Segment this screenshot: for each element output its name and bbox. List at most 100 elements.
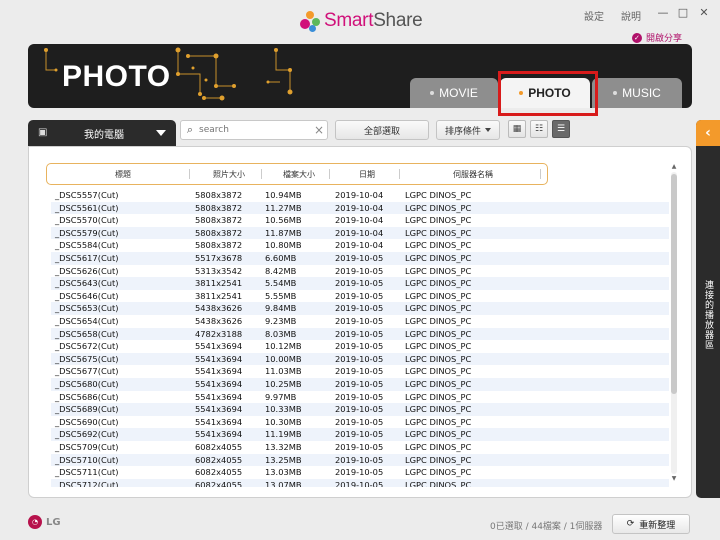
table-row[interactable]: _DSC5709(Cut) 6082x4055 13.32MB 2019-10-05 L…: [51, 441, 669, 454]
cell-server-name: LGPC DINOS_PC: [405, 240, 472, 251]
table-row[interactable]: _DSC5654(Cut) 5438x3626 9.23MB 2019-10-05 LG…: [51, 315, 669, 328]
cell-photo-size: 5541x3694: [195, 391, 243, 402]
close-button[interactable]: ✕: [697, 6, 711, 20]
file-rows: _DSC5557(Cut) 5808x3872 10.94MB 2019-10-04 L…: [51, 169, 669, 487]
cell-file-size: 10.30MB: [265, 416, 302, 427]
table-row[interactable]: _DSC5686(Cut) 5541x3694 9.97MB 2019-10-05 LG…: [51, 391, 669, 404]
cell-photo-size: 5808x3872: [195, 215, 243, 226]
cell-date: 2019-10-05: [335, 353, 384, 364]
vertical-scrollbar[interactable]: ▲ ▼: [670, 163, 678, 485]
cell-title: _DSC5680(Cut): [55, 379, 119, 389]
cell-server-name: LGPC DINOS_PC: [405, 253, 472, 263]
refresh-icon: ⟳: [626, 519, 635, 529]
table-row[interactable]: _DSC5680(Cut) 5541x3694 10.25MB 2019-10-05 L…: [51, 378, 669, 391]
cell-file-size: 9.84MB: [265, 303, 297, 314]
cell-file-size: 13.03MB: [265, 467, 302, 478]
cell-server-name: LGPC DINOS_PC: [405, 215, 472, 226]
cell-date: 2019-10-05: [335, 328, 384, 339]
chevron-left-icon[interactable]: ‹: [696, 120, 720, 146]
cell-file-size: 10.56MB: [265, 215, 302, 226]
table-row[interactable]: _DSC5658(Cut) 4782x3188 8.03MB 2019-10-05 LG…: [51, 327, 669, 341]
cell-date: 2019-10-05: [335, 316, 384, 326]
scrollbar-track[interactable]: [671, 172, 677, 474]
maximize-button[interactable]: □: [676, 6, 690, 20]
table-row[interactable]: _DSC5579(Cut) 5808x3872 11.87MB 2019-10-04 L…: [51, 226, 669, 240]
cell-title: _DSC5617(Cut): [55, 253, 119, 263]
search-input[interactable]: [199, 125, 311, 135]
tab-bullet-icon: [613, 91, 618, 95]
table-row[interactable]: _DSC5557(Cut) 5808x3872 10.94MB 2019-10-04 L…: [51, 189, 669, 202]
table-row[interactable]: _DSC5561(Cut) 5808x3872 11.27MB 2019-10-04 L…: [51, 201, 669, 215]
cell-photo-size: 5808x3872: [195, 227, 243, 238]
table-row[interactable]: _DSC5677(Cut) 5541x3694 11.03MB 2019-10-05 L…: [51, 365, 669, 378]
help-link[interactable]: 說明: [621, 8, 641, 23]
sort-dropdown-label: 排序條件: [444, 126, 481, 137]
detail-view-icon[interactable]: ☷: [530, 120, 548, 138]
cell-photo-size: 6082x4055: [195, 454, 243, 465]
scrollbar-thumb[interactable]: [671, 174, 677, 394]
cell-photo-size: 5517x3678: [195, 253, 243, 263]
table-row[interactable]: _DSC5643(Cut) 3811x2541 5.54MB 2019-10-05 LG…: [51, 277, 669, 290]
table-row[interactable]: _DSC5584(Cut) 5808x3872 10.80MB 2019-10-04 L…: [51, 239, 669, 252]
cell-server-name: LGPC DINOS_PC: [405, 429, 472, 440]
tab-movie[interactable]: MOVIE: [410, 78, 498, 108]
connected-players-panel: ‹ 連接的播放器區: [696, 120, 720, 498]
search-icon: ⌕: [186, 123, 194, 136]
table-row[interactable]: _DSC5710(Cut) 6082x4055 13.25MB 2019-10-05 L…: [51, 453, 669, 467]
chevron-down-icon: [156, 130, 166, 136]
cell-title: _DSC5710(Cut): [55, 454, 119, 465]
table-row[interactable]: _DSC5711(Cut) 6082x4055 13.03MB 2019-10-05 L…: [51, 466, 669, 479]
tab-music[interactable]: MUSIC: [592, 78, 682, 108]
cell-file-size: 11.19MB: [265, 429, 302, 440]
cell-photo-size: 5438x3626: [195, 316, 243, 326]
cell-server-name: LGPC DINOS_PC: [405, 290, 472, 301]
table-row[interactable]: _DSC5672(Cut) 5541x3694 10.12MB 2019-10-05 L…: [51, 340, 669, 353]
cell-server-name: LGPC DINOS_PC: [405, 265, 472, 276]
share-toggle-icon: ✓: [631, 32, 642, 43]
cell-photo-size: 4782x3188: [195, 328, 243, 339]
sort-dropdown[interactable]: 排序條件: [436, 120, 500, 140]
cell-photo-size: 5541x3694: [195, 379, 243, 389]
selection-status: 0已選取 / 44檔案 / 1伺服器: [490, 522, 603, 532]
cell-title: _DSC5626(Cut): [55, 265, 119, 276]
table-row[interactable]: _DSC5570(Cut) 5808x3872 10.56MB 2019-10-04 L…: [51, 214, 669, 227]
settings-link[interactable]: 設定: [584, 8, 604, 23]
table-row[interactable]: _DSC5689(Cut) 5541x3694 10.33MB 2019-10-05 L…: [51, 403, 669, 416]
source-dropdown[interactable]: ▣ 我的電腦: [28, 120, 176, 146]
cell-server-name: LGPC DINOS_PC: [405, 416, 472, 427]
cell-server-name: LGPC DINOS_PC: [405, 190, 472, 200]
cell-server-name: LGPC DINOS_PC: [405, 454, 472, 465]
cell-server-name: LGPC DINOS_PC: [405, 303, 472, 314]
cell-photo-size: 5313x3542: [195, 265, 243, 276]
table-row[interactable]: _DSC5675(Cut) 5541x3694 10.00MB 2019-10-05 L…: [51, 352, 669, 366]
cell-title: _DSC5712(Cut): [55, 479, 119, 487]
minimize-button[interactable]: —: [656, 6, 670, 20]
table-row[interactable]: _DSC5646(Cut) 3811x2541 5.55MB 2019-10-05 LG…: [51, 290, 669, 303]
scroll-down-icon[interactable]: ▼: [670, 475, 678, 483]
file-list-panel: 標題 照片大小 檔案大小 日期 伺服器名稱 _DSC5557(Cut) 5808x…: [28, 146, 692, 498]
cell-file-size: 5.54MB: [265, 278, 297, 289]
refresh-button[interactable]: ⟳ 重新整理: [612, 514, 690, 534]
table-row[interactable]: _DSC5626(Cut) 5313x3542 8.42MB 2019-10-05 LG…: [51, 265, 669, 278]
table-row[interactable]: _DSC5690(Cut) 5541x3694 10.30MB 2019-10-05 L…: [51, 416, 669, 429]
table-row[interactable]: _DSC5712(Cut) 6082x4055 13.07MB 2019-10-05 L…: [51, 478, 669, 487]
cell-server-name: LGPC DINOS_PC: [405, 366, 472, 377]
lg-logo: ◔ LG: [28, 515, 61, 529]
select-all-button[interactable]: 全部選取: [335, 120, 429, 140]
cell-photo-size: 5541x3694: [195, 353, 243, 364]
table-row[interactable]: _DSC5653(Cut) 5438x3626 9.84MB 2019-10-05 LG…: [51, 302, 669, 315]
scroll-up-icon[interactable]: ▲: [670, 163, 678, 171]
grid-view-icon[interactable]: ▦: [508, 120, 526, 138]
clear-search-icon[interactable]: ×: [311, 123, 327, 137]
list-view-icon[interactable]: ☰: [552, 120, 570, 138]
table-row[interactable]: _DSC5692(Cut) 5541x3694 11.19MB 2019-10-05 L…: [51, 428, 669, 441]
cell-server-name: LGPC DINOS_PC: [405, 202, 472, 213]
cell-file-size: 5.55MB: [265, 290, 297, 301]
table-row[interactable]: _DSC5617(Cut) 5517x3678 6.60MB 2019-10-05 LG…: [51, 252, 669, 265]
cell-photo-size: 5438x3626: [195, 303, 243, 314]
cell-photo-size: 5808x3872: [195, 202, 243, 213]
share-link[interactable]: ✓ 開啟分享: [631, 31, 682, 44]
cell-file-size: 10.80MB: [265, 240, 302, 251]
cell-title: _DSC5689(Cut): [55, 404, 119, 415]
cell-title: _DSC5692(Cut): [55, 429, 119, 440]
